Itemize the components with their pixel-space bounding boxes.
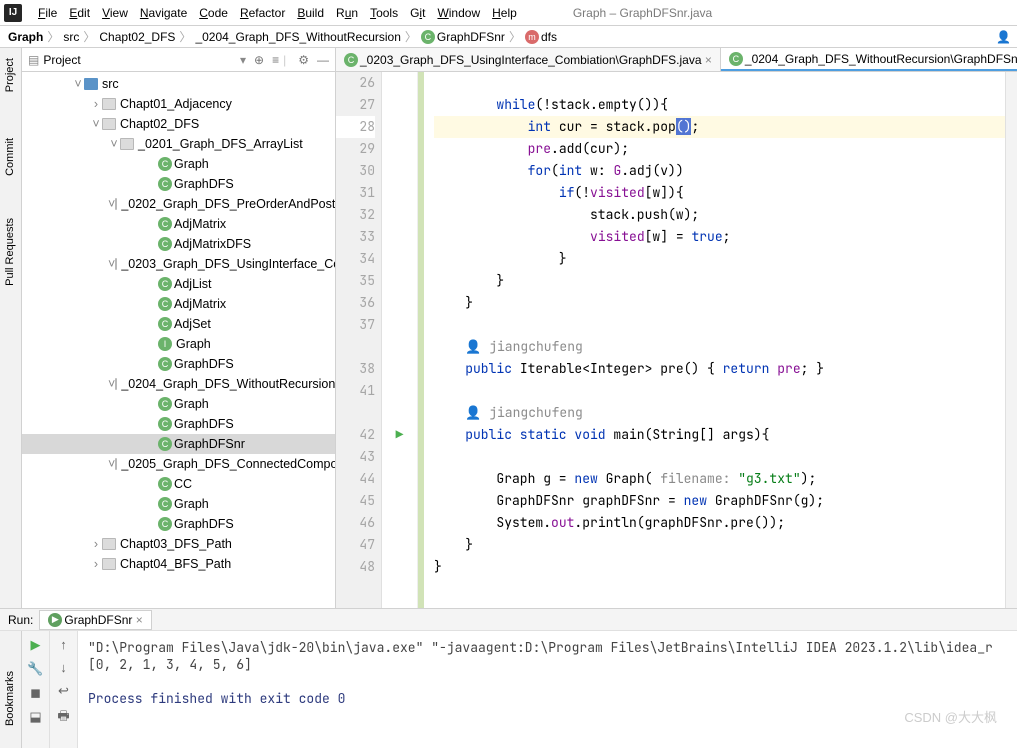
project-pane: ▤ Project ▾ ⊕ ≡ | ⚙ — ˅src›Chapt01_Adjac… [22,48,336,608]
app-icon: IJ [4,4,22,22]
up-icon[interactable]: ↑ [60,637,67,652]
tree-row[interactable]: CCC [22,474,335,494]
tree-row[interactable]: ›Chapt04_BFS_Path [22,554,335,574]
run-toolbar2: ↑ ↓ ↩ 🖶 [50,631,78,748]
expand-all-icon[interactable]: ≡ [272,53,279,67]
bc-pkg[interactable]: _0204_Graph_DFS_WithoutRecursion [195,30,400,44]
tree-row[interactable]: ˅_0204_Graph_DFS_WithoutRecursion [22,374,335,394]
console-finished: Process finished with exit code 0 [88,690,1007,707]
avatar-icon[interactable]: 👤 [996,30,1011,44]
gear-icon[interactable]: ⚙ [298,53,309,67]
menu-window[interactable]: Window [431,4,486,22]
close-icon[interactable]: × [705,53,712,67]
sidebar-commit[interactable]: Commit [4,138,16,176]
tree-row[interactable]: CAdjMatrixDFS [22,234,335,254]
tree-row[interactable]: ˅_0203_Graph_DFS_UsingInterface_Combiati… [22,254,335,274]
tab-0[interactable]: C_0203_Graph_DFS_UsingInterface_Combiati… [336,48,721,71]
run-label: Run: [8,613,33,627]
marker-strip[interactable] [1005,72,1017,608]
sidebar-bookmarks[interactable]: Bookmarks [4,671,16,726]
run-header: Run: ▶ GraphDFSnr × [0,609,1017,631]
gutter[interactable]: 2627282930313233343536373841424344454647… [336,72,382,608]
watermark: CSDN @大大枫 [904,707,997,726]
hide-icon[interactable]: — [317,53,329,67]
tree-row[interactable]: ˅src [22,74,335,94]
code-body[interactable]: while(!stack.empty()){ int cur = stack.p… [424,72,1005,608]
stop-icon[interactable]: ◼ [30,685,41,701]
close-icon[interactable]: × [136,613,143,627]
tree-row[interactable]: CGraph [22,494,335,514]
tree-row[interactable]: CGraphDFSnr [22,434,335,454]
project-tree[interactable]: ˅src›Chapt01_Adjacency˅Chapt02_DFS˅_0201… [22,72,335,608]
main-area: Project Commit Pull Requests ▤ Project ▾… [0,48,1017,608]
tree-row[interactable]: CGraphDFS [22,414,335,434]
menu-help[interactable]: Help [486,4,523,22]
select-opened-icon[interactable]: ⊕ [254,53,264,67]
tree-row[interactable]: ›Chapt03_DFS_Path [22,534,335,554]
tree-row[interactable]: CGraphDFS [22,514,335,534]
run-panel: Run: ▶ GraphDFSnr × Bookmarks ▶ 🔧 ◼ ⬓ ↑ … [0,608,1017,748]
window-title: Graph – GraphDFSnr.java [573,6,712,20]
gutter-run[interactable]: ▶ [382,72,418,608]
console[interactable]: "D:\Program Files\Java\jdk-20\bin\java.e… [78,631,1017,748]
menu-git[interactable]: Git [404,4,431,22]
left-toolstrip: Project Commit Pull Requests [0,48,22,608]
code-area[interactable]: 2627282930313233343536373841424344454647… [336,72,1017,608]
console-cmd: "D:\Program Files\Java\jdk-20\bin\java.e… [88,639,1007,656]
layout-icon[interactable]: ⬓ [29,709,41,725]
bc-src[interactable]: src [63,30,79,44]
breadcrumb: Graph〉 src〉 Chapt02_DFS〉 _0204_Graph_DFS… [0,26,1017,48]
menubar: IJ File Edit View Navigate Code Refactor… [0,0,1017,26]
menu-refactor[interactable]: Refactor [234,4,291,22]
run-tab[interactable]: ▶ GraphDFSnr × [39,610,151,630]
editor-pane: C_0203_Graph_DFS_UsingInterface_Combiati… [336,48,1017,608]
project-header: ▤ Project ▾ ⊕ ≡ | ⚙ — [22,48,335,72]
tree-row[interactable]: CAdjMatrix [22,294,335,314]
menu-edit[interactable]: Edit [63,4,96,22]
tree-row[interactable]: CGraphDFS [22,354,335,374]
tree-row[interactable]: IGraph [22,334,335,354]
tree-row[interactable]: CGraph [22,394,335,414]
menu-tools[interactable]: Tools [364,4,404,22]
tree-row[interactable]: ˅_0205_Graph_DFS_ConnectedComponents [22,454,335,474]
class-icon: C [421,30,435,44]
menu-file[interactable]: File [32,4,63,22]
tab-1[interactable]: C_0204_Graph_DFS_WithoutRecursion\GraphD… [721,48,1017,71]
menu-view[interactable]: View [96,4,134,22]
tree-row[interactable]: CGraphDFS [22,174,335,194]
menu-build[interactable]: Build [291,4,330,22]
console-output: [0, 2, 1, 3, 4, 5, 6] [88,656,1007,673]
method-icon: m [525,30,539,44]
menu-navigate[interactable]: Navigate [134,4,193,22]
tree-row[interactable]: ˅_0201_Graph_DFS_ArrayList [22,134,335,154]
menu-run[interactable]: Run [330,4,364,22]
tree-row[interactable]: ˅_0202_Graph_DFS_PreOrderAndPostOrder [22,194,335,214]
tree-row[interactable]: CAdjSet [22,314,335,334]
menu-code[interactable]: Code [193,4,234,22]
sidebar-pullreq[interactable]: Pull Requests [4,218,16,286]
bc-class[interactable]: GraphDFSnr [437,30,505,44]
bookmark-strip: Bookmarks [0,631,22,748]
run-toolbar: ▶ 🔧 ◼ ⬓ [22,631,50,748]
wrap-icon[interactable]: ↩ [58,683,69,699]
run-icon[interactable]: ▶ [31,637,41,653]
tree-row[interactable]: CAdjMatrix [22,214,335,234]
project-title[interactable]: Project [43,53,240,67]
tree-row[interactable]: CAdjList [22,274,335,294]
bc-method[interactable]: dfs [541,30,557,44]
tree-row[interactable]: ˅Chapt02_DFS [22,114,335,134]
editor-tabs: C_0203_Graph_DFS_UsingInterface_Combiati… [336,48,1017,72]
bc-graph[interactable]: Graph [8,30,43,44]
bc-chapt[interactable]: Chapt02_DFS [99,30,175,44]
sidebar-project[interactable]: Project [4,58,16,92]
project-tool-icon[interactable]: ▤ [28,53,39,67]
tree-row[interactable]: CGraph [22,154,335,174]
down-icon[interactable]: ↓ [60,660,67,675]
print-icon[interactable]: 🖶 [57,707,69,729]
tree-row[interactable]: ›Chapt01_Adjacency [22,94,335,114]
wrench-icon[interactable]: 🔧 [27,661,43,677]
